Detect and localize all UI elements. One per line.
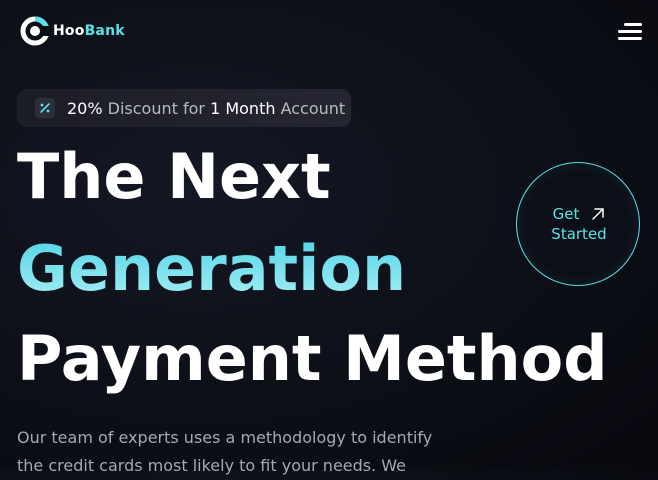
hero-title-line3: Payment Method — [17, 322, 608, 395]
hamburger-menu-icon[interactable] — [616, 22, 642, 42]
menu-line — [618, 37, 642, 40]
logo-icon — [20, 16, 50, 46]
discount-text-part1: Discount for — [102, 98, 211, 118]
get-started-label-line1: Get — [552, 205, 580, 223]
discount-percent-icon — [35, 98, 55, 118]
hero-description-line1: Our team of experts uses a methodology t… — [17, 428, 433, 447]
hero-description-line2: the credit cards most likely to fit your… — [17, 456, 407, 475]
discount-text-part2: Account — [275, 98, 346, 118]
get-started-label-line2: Started — [551, 225, 607, 243]
discount-duration: 1 Month — [210, 98, 276, 118]
discount-banner: 20% Discount for 1 Month Account — [17, 89, 351, 127]
menu-line — [624, 23, 642, 26]
navbar: HooBank — [0, 0, 658, 64]
discount-text: 20% Discount for 1 Month Account — [67, 99, 345, 118]
brand-name: HooBank — [53, 23, 125, 39]
menu-line — [618, 30, 642, 33]
get-started-button[interactable]: Get Started — [516, 162, 640, 286]
hero-title-line2: Generation — [17, 232, 407, 305]
hero-description: Our team of experts uses a methodology t… — [17, 424, 457, 480]
arrow-up-right-icon — [592, 208, 605, 220]
brand-name-part1: Hoo — [53, 23, 85, 39]
hero-title-line1: The Next — [17, 140, 331, 213]
brand-name-part2: Bank — [84, 23, 125, 39]
discount-percent: 20% — [67, 98, 103, 118]
logo[interactable]: HooBank — [20, 16, 125, 46]
